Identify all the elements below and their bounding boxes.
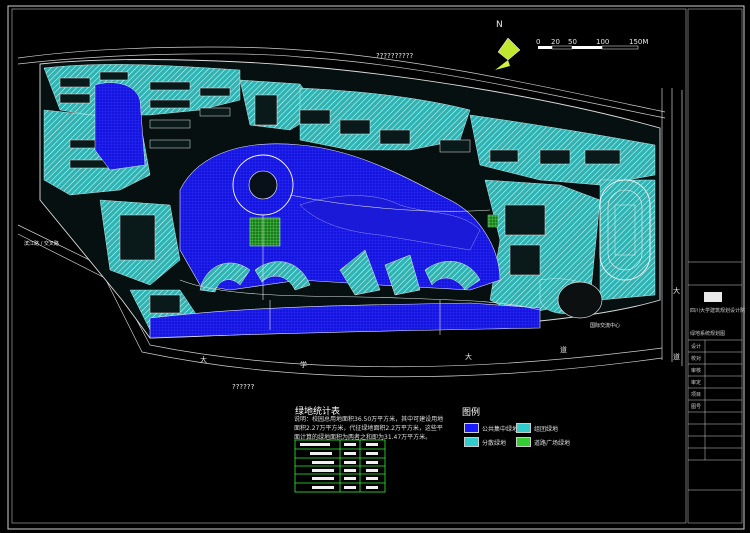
top-label: ?????????? <box>376 52 414 60</box>
title-block-line: 审核 <box>691 368 702 374</box>
road-char: 道 <box>673 353 680 361</box>
scale-tick: 0 <box>536 38 541 46</box>
title-block-line: 项目 <box>691 392 702 398</box>
oval-building <box>557 281 603 319</box>
legend-swatch-group <box>516 423 531 433</box>
road-plaza-green <box>249 217 281 247</box>
scale-tick: 20 <box>551 38 560 46</box>
scale-tick: 50 <box>568 38 577 46</box>
stats-table <box>294 439 386 493</box>
site-plan-canvas <box>7 5 745 530</box>
title-block-line: 校对 <box>691 356 702 362</box>
legend-label: 组团绿地 <box>534 426 559 433</box>
title-block-line: 设计 <box>691 344 702 350</box>
legend-swatch-scattered <box>464 437 479 447</box>
scale-tick: 100 <box>596 38 610 46</box>
right-road-label: 国际交流中心 <box>590 323 621 329</box>
road-plaza-green-small <box>487 214 499 228</box>
title-block-logo <box>704 292 722 302</box>
road-char: 道 <box>560 346 567 354</box>
title-block-line: 审定 <box>691 380 702 386</box>
road-char: 大 <box>200 356 207 364</box>
title-block <box>687 8 743 524</box>
north-label: N <box>496 20 503 30</box>
title-block-drawing-name: 绿地系统规划图 <box>690 331 726 337</box>
stats-description: 说明：校园总用地面积36.50万平方米，其中可建设用地面积2.27万平方米，代征… <box>294 416 444 441</box>
title-block-institute: 四川大学建筑规划设计院 <box>690 308 746 314</box>
left-road-label: 滨江路 / 交叉路 <box>24 241 59 247</box>
scale-tick: 150M <box>629 38 649 46</box>
road-char: 学 <box>300 361 307 369</box>
bottom-label: ?????? <box>232 383 255 391</box>
legend-label: 道路广场绿地 <box>534 440 571 447</box>
legend-label: 分散绿地 <box>482 440 507 447</box>
legend-title: 图例 <box>462 408 481 418</box>
legend-swatch-road <box>516 437 531 447</box>
title-block-line: 图号 <box>691 404 702 410</box>
road-char: 大 <box>673 287 680 295</box>
legend-label: 公共集中绿地 <box>482 426 519 433</box>
north-arrow-icon <box>495 37 521 70</box>
road-char: 大 <box>465 353 472 361</box>
north-west-public-green <box>94 82 146 171</box>
legend-swatch-public <box>464 423 479 433</box>
scale-bar <box>538 45 639 50</box>
